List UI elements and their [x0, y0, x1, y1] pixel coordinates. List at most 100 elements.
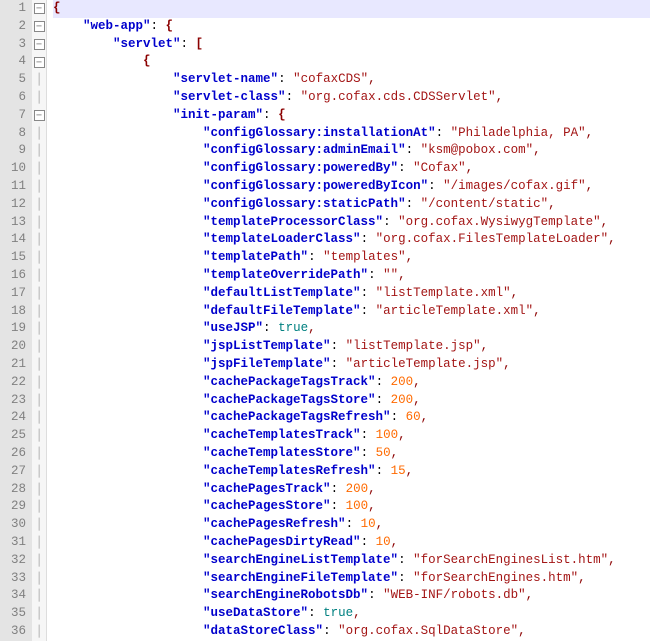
- token-key: "useJSP": [203, 321, 263, 335]
- code-line[interactable]: "templateOverridePath": "",: [53, 267, 650, 285]
- code-line[interactable]: "servlet-name": "cofaxCDS",: [53, 71, 650, 89]
- token-punc: ,: [466, 161, 474, 175]
- code-line[interactable]: "jspFileTemplate": "articleTemplate.jsp"…: [53, 356, 650, 374]
- token-punc: ,: [391, 446, 399, 460]
- code-line[interactable]: "configGlossary:installationAt": "Philad…: [53, 125, 650, 143]
- code-line[interactable]: {: [53, 0, 650, 18]
- code-line[interactable]: "init-param": {: [53, 107, 650, 125]
- code-line[interactable]: "cachePackageTagsRefresh": 60,: [53, 409, 650, 427]
- token-punc: ,: [368, 72, 376, 86]
- token-colon: :: [361, 428, 376, 442]
- token-punc: ,: [533, 304, 541, 318]
- code-line[interactable]: "configGlossary:staticPath": "/content/s…: [53, 196, 650, 214]
- line-number: 1: [2, 0, 26, 18]
- code-line[interactable]: "defaultFileTemplate": "articleTemplate.…: [53, 303, 650, 321]
- code-line[interactable]: "cachePagesRefresh": 10,: [53, 516, 650, 534]
- code-line[interactable]: "configGlossary:poweredByIcon": "/images…: [53, 178, 650, 196]
- token-colon: :: [398, 571, 413, 585]
- code-line[interactable]: "searchEngineFileTemplate": "forSearchEn…: [53, 570, 650, 588]
- fold-toggle-icon[interactable]: −: [32, 18, 46, 36]
- code-line[interactable]: "defaultListTemplate": "listTemplate.xml…: [53, 285, 650, 303]
- code-line[interactable]: "cachePagesTrack": 200,: [53, 481, 650, 499]
- token-str: "forSearchEngines.htm": [413, 571, 578, 585]
- token-punc: ,: [413, 393, 421, 407]
- token-key: "configGlossary:poweredBy": [203, 161, 398, 175]
- token-key: "templateOverridePath": [203, 268, 368, 282]
- token-punc: ,: [481, 339, 489, 353]
- fold-toggle-icon[interactable]: −: [32, 53, 46, 71]
- code-line[interactable]: "searchEngineListTemplate": "forSearchEn…: [53, 552, 650, 570]
- fold-guide-icon: │: [32, 214, 46, 232]
- code-line[interactable]: "searchEngineRobotsDb": "WEB-INF/robots.…: [53, 587, 650, 605]
- token-colon: :: [398, 161, 413, 175]
- token-str: "org.cofax.cds.CDSServlet": [301, 90, 496, 104]
- token-key: "jspListTemplate": [203, 339, 331, 353]
- token-str: "": [383, 268, 398, 282]
- code-line[interactable]: "cacheTemplatesStore": 50,: [53, 445, 650, 463]
- token-colon: :: [331, 339, 346, 353]
- token-key: "dataStoreClass": [203, 624, 323, 638]
- fold-toggle-icon[interactable]: −: [32, 107, 46, 125]
- fold-guide-icon: │: [32, 374, 46, 392]
- code-line[interactable]: "templatePath": "templates",: [53, 249, 650, 267]
- line-number: 4: [2, 53, 26, 71]
- code-line[interactable]: "configGlossary:adminEmail": "ksm@pobox.…: [53, 142, 650, 160]
- token-str: "articleTemplate.jsp": [346, 357, 504, 371]
- fold-toggle-icon[interactable]: −: [32, 36, 46, 54]
- token-colon: :: [308, 250, 323, 264]
- token-str: "WEB-INF/robots.db": [383, 588, 526, 602]
- code-line[interactable]: "web-app": {: [53, 18, 650, 36]
- token-colon: :: [308, 606, 323, 620]
- token-key: "configGlossary:installationAt": [203, 126, 436, 140]
- code-line[interactable]: "templateLoaderClass": "org.cofax.FilesT…: [53, 231, 650, 249]
- token-key: "cachePackageTagsTrack": [203, 375, 376, 389]
- token-punc: ,: [406, 464, 414, 478]
- token-bool: true: [278, 321, 308, 335]
- fold-guide-icon: │: [32, 89, 46, 107]
- code-line[interactable]: "servlet-class": "org.cofax.cds.CDSServl…: [53, 89, 650, 107]
- token-key: "cachePackageTagsRefresh": [203, 410, 391, 424]
- code-line[interactable]: "cachePagesStore": 100,: [53, 498, 650, 516]
- code-line[interactable]: "cacheTemplatesTrack": 100,: [53, 427, 650, 445]
- line-number: 30: [2, 516, 26, 534]
- line-number: 6: [2, 89, 26, 107]
- code-line[interactable]: "cachePackageTagsTrack": 200,: [53, 374, 650, 392]
- token-colon: :: [376, 464, 391, 478]
- code-line[interactable]: {: [53, 53, 650, 71]
- token-punc: ,: [376, 517, 384, 531]
- code-line[interactable]: "servlet": [: [53, 36, 650, 54]
- code-line[interactable]: "cacheTemplatesRefresh": 15,: [53, 463, 650, 481]
- code-editor[interactable]: 1234567891011121314151617181920212223242…: [0, 0, 650, 641]
- code-line[interactable]: "dataStoreClass": "org.cofax.SqlDataStor…: [53, 623, 650, 641]
- token-key: "templateLoaderClass": [203, 232, 361, 246]
- fold-guide-icon: │: [32, 125, 46, 143]
- line-number: 29: [2, 498, 26, 516]
- token-key: "useDataStore": [203, 606, 308, 620]
- fold-guide-icon: │: [32, 267, 46, 285]
- code-line[interactable]: "useDataStore": true,: [53, 605, 650, 623]
- fold-guide-icon: │: [32, 552, 46, 570]
- fold-guide-icon: │: [32, 445, 46, 463]
- code-area[interactable]: { "web-app": { "servlet": [ { "servlet-n…: [47, 0, 650, 641]
- code-line[interactable]: "jspListTemplate": "listTemplate.jsp",: [53, 338, 650, 356]
- code-line[interactable]: "cachePagesDirtyRead": 10,: [53, 534, 650, 552]
- token-punc: ,: [308, 321, 316, 335]
- code-line[interactable]: "templateProcessorClass": "org.cofax.Wys…: [53, 214, 650, 232]
- code-line[interactable]: "configGlossary:poweredBy": "Cofax",: [53, 160, 650, 178]
- token-colon: :: [151, 19, 166, 33]
- fold-toggle-icon[interactable]: −: [32, 0, 46, 18]
- token-key: "init-param": [173, 108, 263, 122]
- token-punc: ,: [608, 232, 616, 246]
- fold-guide-icon: │: [32, 463, 46, 481]
- fold-column[interactable]: −−−−││−│││││││││││││││││││││││││││││: [32, 0, 47, 641]
- token-key: "cachePagesRefresh": [203, 517, 346, 531]
- token-key: "configGlossary:staticPath": [203, 197, 406, 211]
- code-line[interactable]: "cachePackageTagsStore": 200,: [53, 392, 650, 410]
- token-str: "templates": [323, 250, 406, 264]
- token-num: 10: [361, 517, 376, 531]
- token-key: "searchEngineFileTemplate": [203, 571, 398, 585]
- token-colon: :: [428, 179, 443, 193]
- code-line[interactable]: "useJSP": true,: [53, 320, 650, 338]
- token-colon: :: [398, 553, 413, 567]
- token-str: "Cofax": [413, 161, 466, 175]
